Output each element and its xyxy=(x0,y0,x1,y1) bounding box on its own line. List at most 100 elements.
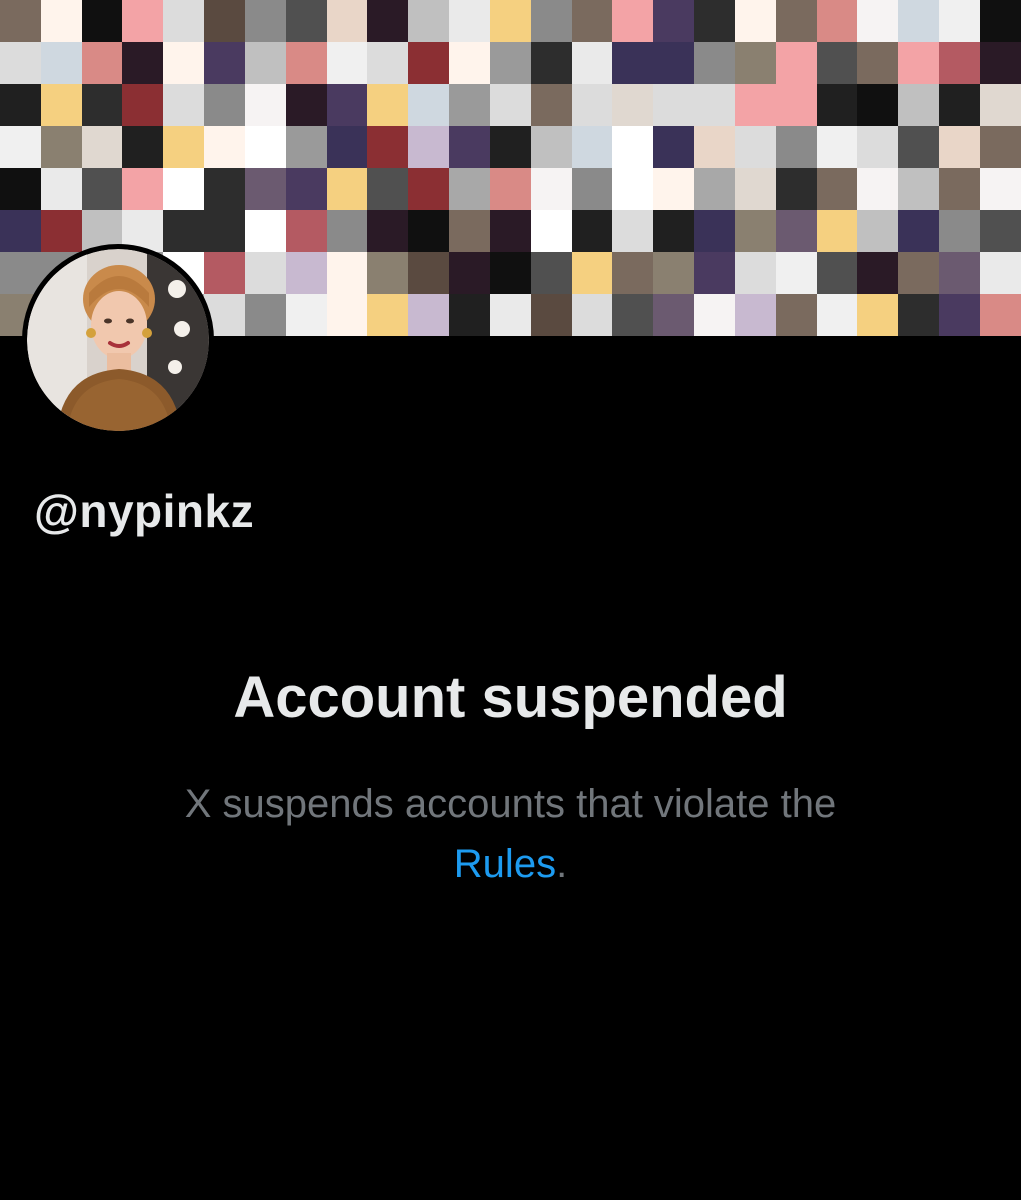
banner-pixel xyxy=(489,0,531,42)
banner-pixel xyxy=(449,84,490,126)
banner-pixel xyxy=(530,126,572,168)
banner-pixel xyxy=(163,210,205,252)
banner-pixel xyxy=(0,0,41,42)
banner-pixel xyxy=(204,168,245,210)
banner-pixel xyxy=(979,84,1021,126)
banner-pixel xyxy=(734,84,776,126)
banner-pixel xyxy=(612,168,654,210)
banner-pixel xyxy=(489,252,531,294)
banner-pixel xyxy=(244,168,286,210)
banner-pixel xyxy=(81,168,123,210)
banner-pixel xyxy=(449,252,490,294)
banner-pixel xyxy=(612,294,654,336)
avatar[interactable] xyxy=(22,244,214,436)
banner-pixel xyxy=(898,0,940,42)
banner-pixel xyxy=(326,42,368,84)
banner-pixel xyxy=(367,126,409,168)
banner-pixel xyxy=(734,126,776,168)
banner-pixel xyxy=(285,126,327,168)
banner-pixel xyxy=(285,210,327,252)
suspension-message: X suspends accounts that violate the Rul… xyxy=(101,774,921,894)
banner-pixel xyxy=(0,84,41,126)
banner-pixel xyxy=(0,168,41,210)
banner-pixel xyxy=(122,126,164,168)
banner-pixel xyxy=(408,126,450,168)
banner-pixel xyxy=(612,252,654,294)
banner-pixel xyxy=(367,42,409,84)
banner-pixel xyxy=(489,294,531,336)
banner-pixel xyxy=(81,126,123,168)
banner-pixel xyxy=(898,294,940,336)
banner-pixel xyxy=(81,84,123,126)
banner-pixel xyxy=(163,84,205,126)
banner-pixel xyxy=(326,294,368,336)
banner-pixel xyxy=(367,168,409,210)
banner-pixel xyxy=(816,42,858,84)
banner-pixel xyxy=(939,294,980,336)
banner-pixel xyxy=(734,42,776,84)
banner-pixel xyxy=(571,168,613,210)
banner-pixel xyxy=(0,210,41,252)
banner-pixel xyxy=(244,252,286,294)
banner-pixel xyxy=(775,252,817,294)
banner-pixel xyxy=(857,42,899,84)
banner-pixel xyxy=(204,252,245,294)
banner-pixel xyxy=(40,84,82,126)
banner-pixel xyxy=(775,84,817,126)
banner-pixel xyxy=(204,84,245,126)
banner-pixel xyxy=(653,210,695,252)
banner-pixel xyxy=(939,252,980,294)
banner-pixel xyxy=(163,168,205,210)
banner-pixel xyxy=(285,42,327,84)
banner-pixel xyxy=(489,84,531,126)
banner-pixel xyxy=(81,0,123,42)
banner-pixel xyxy=(694,252,735,294)
banner-pixel xyxy=(694,210,735,252)
banner-pixel xyxy=(0,42,41,84)
banner-pixel xyxy=(530,210,572,252)
banner-pixel xyxy=(244,0,286,42)
banner-pixel xyxy=(816,294,858,336)
banner-pixel xyxy=(653,168,695,210)
banner-pixel xyxy=(898,42,940,84)
banner-pixel xyxy=(979,252,1021,294)
banner-pixel xyxy=(898,252,940,294)
banner-pixel xyxy=(571,84,613,126)
banner-pixel xyxy=(653,126,695,168)
banner-pixel xyxy=(244,126,286,168)
banner-pixel xyxy=(816,168,858,210)
banner-pixel xyxy=(571,252,613,294)
banner-pixel xyxy=(489,210,531,252)
banner-pixel xyxy=(204,126,245,168)
banner-pixel xyxy=(734,294,776,336)
banner-pixel xyxy=(489,42,531,84)
banner-pixel xyxy=(775,168,817,210)
banner-pixel xyxy=(694,126,735,168)
banner-pixel xyxy=(979,168,1021,210)
banner-pixel xyxy=(244,84,286,126)
banner-pixel xyxy=(939,0,980,42)
banner-pixel xyxy=(530,294,572,336)
banner-pixel xyxy=(612,126,654,168)
banner-pixel xyxy=(326,84,368,126)
banner-pixel xyxy=(204,0,245,42)
banner-pixel xyxy=(939,210,980,252)
banner-pixel xyxy=(816,84,858,126)
rules-link[interactable]: Rules xyxy=(454,842,556,886)
banner-pixel xyxy=(449,42,490,84)
banner-pixel xyxy=(979,42,1021,84)
banner-pixel xyxy=(694,42,735,84)
banner-pixel xyxy=(40,0,82,42)
banner-pixel xyxy=(734,0,776,42)
banner-pixel xyxy=(571,0,613,42)
banner-pixel xyxy=(898,210,940,252)
banner-pixel xyxy=(285,0,327,42)
banner-pixel xyxy=(857,210,899,252)
banner-pixel xyxy=(530,0,572,42)
profile-handle: @nypinkz xyxy=(34,485,255,537)
banner-pixel xyxy=(857,84,899,126)
banner-pixel xyxy=(163,0,205,42)
banner-pixel xyxy=(694,84,735,126)
suspension-message-text: X suspends accounts that violate the xyxy=(184,782,837,826)
banner-pixel xyxy=(204,42,245,84)
